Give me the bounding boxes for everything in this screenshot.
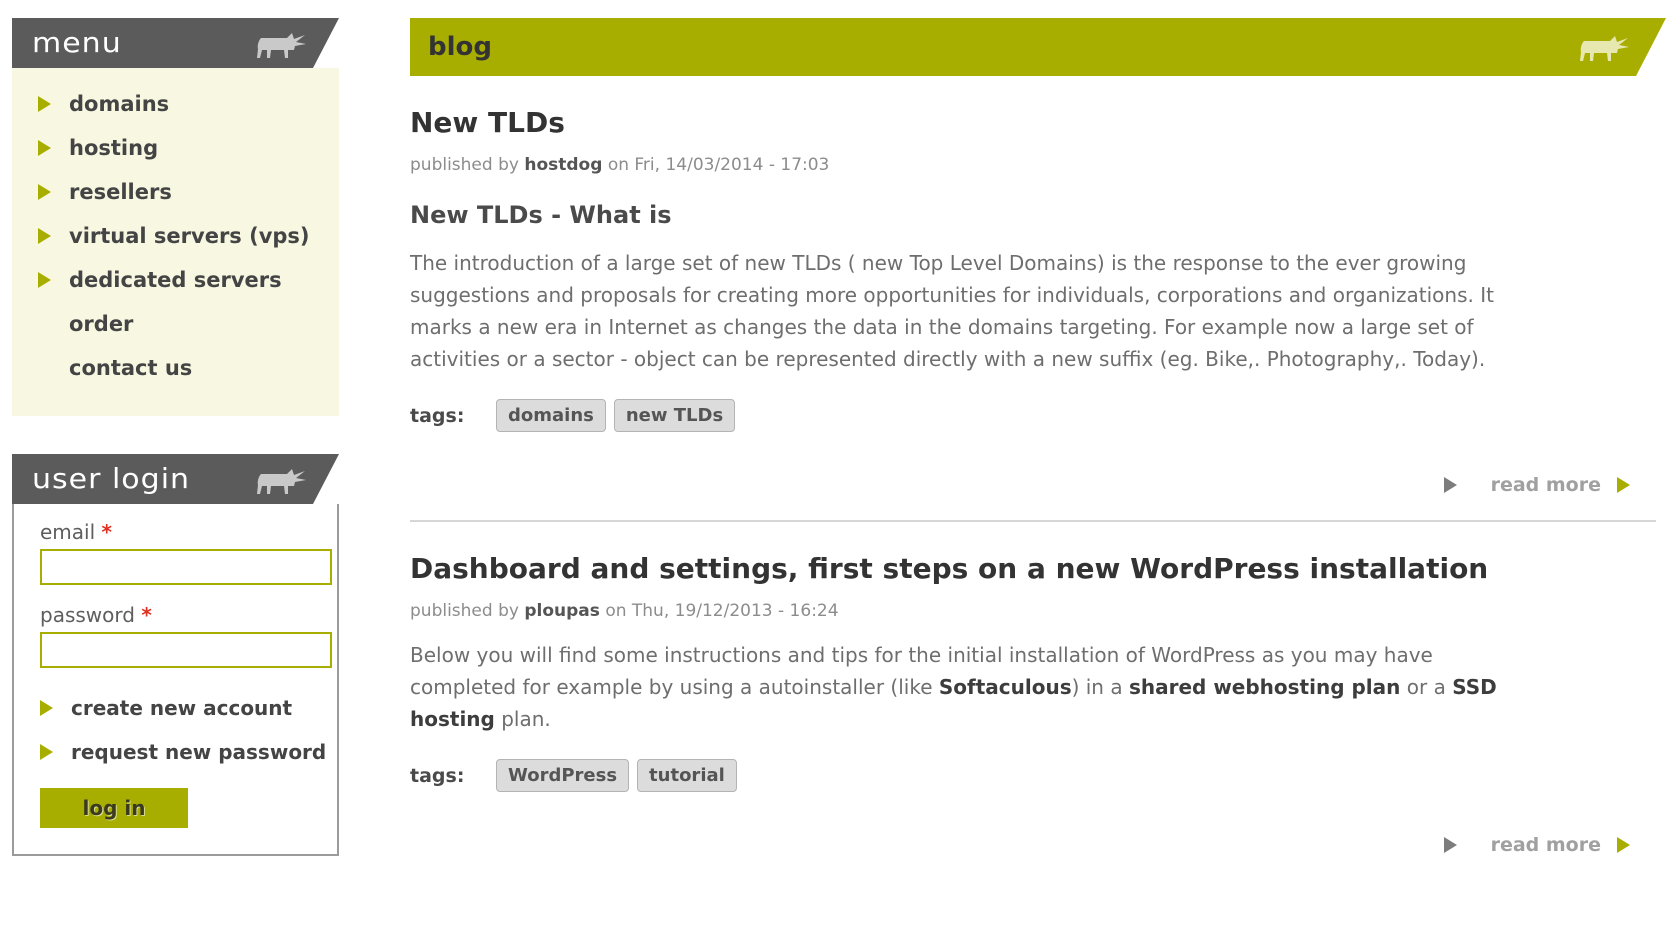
triangle-bullet-icon: [38, 184, 51, 200]
password-field[interactable]: [40, 632, 332, 668]
blog-header: blog: [410, 18, 1666, 76]
article-body: Below you will find some instructions an…: [410, 639, 1528, 735]
article-meta: published by hostdog on Fri, 14/03/2014 …: [410, 155, 1656, 175]
tags-label: tags:: [410, 764, 465, 787]
user-login-form: email * password * create new account re…: [12, 504, 339, 856]
request-new-password-link[interactable]: request new password: [40, 730, 326, 774]
sidebar-item-virtual-servers[interactable]: virtual servers (vps): [12, 214, 339, 258]
tag-chip[interactable]: domains: [496, 399, 606, 432]
sidebar-item-label: virtual servers (vps): [69, 224, 310, 248]
menu-block-header: menu: [12, 18, 339, 68]
article-body: The introduction of a large set of new T…: [410, 251, 1494, 371]
meta-suffix: on Fri, 14/03/2014 - 17:03: [607, 155, 830, 175]
meta-prefix: published by: [410, 155, 519, 175]
article-divider: [410, 520, 1656, 522]
sidebar-item-label: contact us: [69, 356, 193, 380]
user-login-header: user login: [12, 454, 339, 504]
menu-block: menu domains hosting resellers virtual s…: [12, 18, 339, 416]
main-content: blog New TLDs published by hostdog on Fr…: [410, 18, 1666, 856]
sidebar-item-dedicated-servers[interactable]: dedicated servers: [12, 258, 339, 302]
triangle-bullet-icon: [38, 272, 51, 288]
sidebar-item-contact-us[interactable]: contact us: [12, 346, 339, 390]
article: New TLDs published by hostdog on Fri, 14…: [410, 106, 1666, 522]
required-marker: *: [141, 603, 152, 627]
create-new-account-link[interactable]: create new account: [40, 686, 311, 730]
sidebar-item-hosting[interactable]: hosting: [12, 126, 339, 170]
log-in-button[interactable]: log in: [40, 788, 188, 828]
body-text: or a: [1400, 675, 1453, 699]
menu-list: domains hosting resellers virtual server…: [12, 68, 339, 416]
body-bold: Softaculous: [938, 675, 1072, 699]
dog-icon: [251, 466, 307, 496]
sidebar-item-label: resellers: [69, 180, 172, 204]
header-corner-cut: [313, 454, 339, 504]
meta-prefix: published by: [410, 601, 519, 621]
article-meta: published by ploupas on Thu, 19/12/2013 …: [410, 601, 1656, 621]
triangle-bullet-icon: [38, 140, 51, 156]
dog-icon: [1574, 33, 1630, 63]
article-title[interactable]: Dashboard and settings, first steps on a…: [410, 552, 1656, 585]
triangle-bullet-icon: [38, 228, 51, 244]
user-login-title: user login: [32, 462, 191, 496]
required-marker: *: [101, 520, 112, 544]
article-title[interactable]: New TLDs: [410, 106, 1656, 139]
triangle-bullet-icon: [40, 700, 53, 716]
tag-chip[interactable]: WordPress: [496, 759, 630, 792]
sidebar-item-label: domains: [69, 92, 170, 116]
request-new-password-label: request new password: [71, 740, 327, 764]
body-text: ) in a: [1071, 675, 1129, 699]
page-title: blog: [428, 32, 492, 62]
article-author[interactable]: hostdog: [524, 155, 602, 175]
triangle-bullet-icon: [1443, 477, 1457, 493]
read-more-link[interactable]: read more: [410, 834, 1656, 856]
email-field[interactable]: [40, 549, 332, 585]
body-bold: shared webhosting plan: [1128, 675, 1401, 699]
tags-label: tags:: [410, 404, 465, 427]
create-new-account-label: create new account: [71, 696, 293, 720]
sidebar: menu domains hosting resellers virtual s…: [12, 18, 339, 894]
article-tags: tags: domains new TLDs: [410, 399, 1656, 432]
sidebar-item-domains[interactable]: domains: [12, 82, 339, 126]
sidebar-item-label: dedicated servers: [69, 268, 282, 292]
header-corner-cut: [313, 18, 339, 68]
article-author[interactable]: ploupas: [524, 601, 600, 621]
article: Dashboard and settings, first steps on a…: [410, 552, 1666, 856]
read-more-label: read more: [1490, 474, 1601, 496]
triangle-bullet-icon: [1617, 837, 1630, 853]
sidebar-item-label: order: [69, 312, 134, 336]
article-subheading: New TLDs - What is: [410, 201, 672, 229]
password-label-text: password: [40, 603, 135, 627]
article-tags: tags: WordPress tutorial: [410, 759, 1656, 792]
password-field-label: password *: [40, 603, 311, 627]
sidebar-item-resellers[interactable]: resellers: [12, 170, 339, 214]
user-login-block: user login email * password * create new…: [12, 454, 339, 856]
meta-suffix: on Thu, 19/12/2013 - 16:24: [605, 601, 839, 621]
header-corner-cut: [1636, 18, 1666, 76]
read-more-link[interactable]: read more: [410, 474, 1656, 496]
tag-chip[interactable]: tutorial: [637, 759, 737, 792]
tag-chip[interactable]: new TLDs: [613, 399, 736, 432]
sidebar-item-label: hosting: [69, 136, 159, 160]
sidebar-item-order[interactable]: order: [12, 302, 339, 346]
page-root: menu domains hosting resellers virtual s…: [0, 0, 1678, 926]
dog-icon: [251, 30, 307, 60]
triangle-bullet-icon: [1443, 837, 1457, 853]
triangle-bullet-icon: [40, 744, 53, 760]
triangle-bullet-icon: [1617, 477, 1630, 493]
email-field-label: email *: [40, 520, 311, 544]
triangle-bullet-icon: [38, 96, 51, 112]
menu-block-title: menu: [32, 26, 122, 60]
email-label-text: email: [40, 520, 96, 544]
body-text: plan.: [494, 707, 551, 731]
read-more-label: read more: [1490, 834, 1601, 856]
